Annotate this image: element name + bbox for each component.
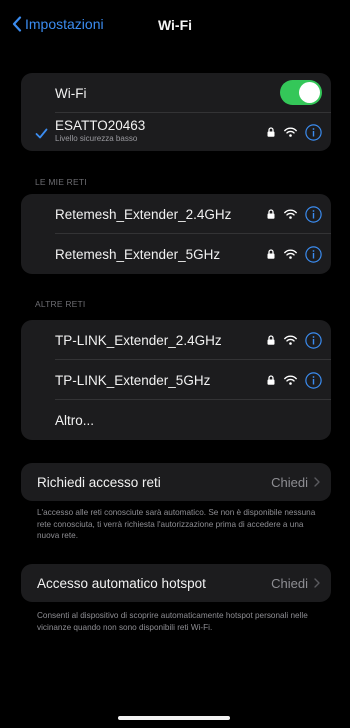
ask-join-row[interactable]: Richiedi accesso reti Chiedi: [21, 463, 331, 501]
ask-join-footer: L'accesso alle reti conosciute sarà auto…: [37, 508, 316, 540]
wifi-group: Wi-Fi ESATTO20463 Livello sicurezza bass…: [21, 73, 331, 151]
chevron-right-icon: [314, 477, 320, 487]
wifi-label: Wi-Fi: [55, 85, 87, 101]
ask-join-value: Chiedi: [271, 475, 320, 490]
network-status-icons: [267, 205, 322, 223]
network-status-icons: [267, 331, 322, 349]
other-network-row[interactable]: Altro...: [21, 400, 331, 440]
network-name: Retemesh_Extender_2.4GHz: [55, 206, 232, 222]
auto-hotspot-value-text: Chiedi: [271, 575, 308, 591]
network-row[interactable]: TP-LINK_Extender_2.4GHz: [21, 320, 331, 360]
page-title: Wi-Fi: [157, 17, 193, 33]
auto-hotspot-row[interactable]: Accesso automatico hotspot Chiedi: [21, 564, 331, 602]
network-name: TP-LINK_Extender_2.4GHz: [55, 332, 222, 348]
home-indicator[interactable]: [118, 716, 230, 720]
wifi-icon: [284, 249, 297, 259]
checkmark-icon: [35, 128, 48, 139]
info-icon[interactable]: [305, 245, 322, 263]
other-network-label: Altro...: [55, 412, 95, 428]
my-networks-group: Retemesh_Extender_2.4GHz Retemesh_Extend…: [21, 194, 331, 274]
network-status-icons: [267, 371, 322, 389]
network-row[interactable]: Retemesh_Extender_2.4GHz: [21, 194, 331, 234]
other-networks-group: TP-LINK_Extender_2.4GHz TP-LINK_Extender…: [21, 320, 331, 440]
other-networks-header: ALTRE RETI: [35, 299, 86, 309]
connected-network-row[interactable]: ESATTO20463 Livello sicurezza basso: [21, 113, 331, 151]
navigation-bar: Impostazioni Wi-Fi: [0, 0, 350, 56]
lock-icon: [267, 249, 275, 259]
network-status-icons: [267, 123, 322, 141]
info-icon[interactable]: [305, 123, 322, 141]
info-icon[interactable]: [305, 205, 322, 223]
ask-join-value-text: Chiedi: [271, 474, 308, 490]
lock-icon: [267, 335, 275, 345]
wifi-icon: [284, 335, 297, 345]
my-networks-header: LE MIE RETI: [35, 177, 87, 187]
wifi-toggle-row: Wi-Fi: [21, 73, 331, 113]
info-icon[interactable]: [305, 371, 322, 389]
auto-hotspot-value: Chiedi: [271, 576, 320, 591]
toggle-knob: [299, 82, 320, 103]
network-row[interactable]: TP-LINK_Extender_5GHz: [21, 360, 331, 400]
network-name: Retemesh_Extender_5GHz: [55, 246, 221, 262]
wifi-toggle[interactable]: [280, 80, 322, 105]
wifi-icon: [284, 127, 297, 137]
info-icon[interactable]: [305, 331, 322, 349]
ask-join-group: Richiedi accesso reti Chiedi: [21, 463, 331, 501]
auto-hotspot-label: Accesso automatico hotspot: [37, 575, 206, 591]
wifi-icon: [284, 375, 297, 385]
lock-icon: [267, 209, 275, 219]
wifi-icon: [284, 209, 297, 219]
auto-hotspot-footer: Consenti al dispositivo di scoprire auto…: [37, 611, 308, 632]
network-row[interactable]: Retemesh_Extender_5GHz: [21, 234, 331, 274]
network-status-icons: [267, 245, 322, 263]
ask-join-label: Richiedi accesso reti: [37, 474, 161, 490]
network-name: TP-LINK_Extender_5GHz: [55, 372, 211, 388]
connected-network-name: ESATTO20463: [55, 118, 146, 133]
connected-network-detail: Livello sicurezza basso: [55, 134, 138, 143]
auto-hotspot-group: Accesso automatico hotspot Chiedi: [21, 564, 331, 602]
lock-icon: [267, 375, 275, 385]
chevron-right-icon: [314, 578, 320, 588]
lock-icon: [267, 127, 275, 137]
